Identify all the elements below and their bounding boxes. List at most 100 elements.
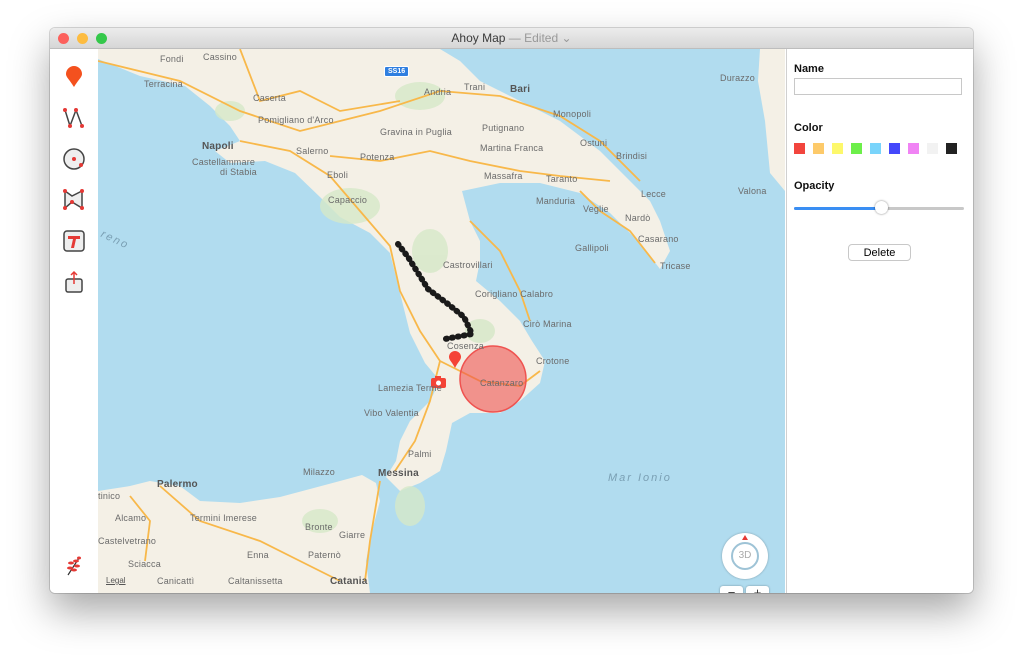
map-label: tinico	[98, 491, 121, 501]
map-label: Vibo Valentia	[364, 408, 419, 418]
north-indicator-icon	[742, 535, 748, 540]
map-label: Gallipoli	[575, 243, 609, 253]
map-label: Nardò	[625, 213, 651, 223]
document-status[interactable]: Edited	[524, 31, 558, 45]
map-label: Caltanissetta	[228, 576, 283, 586]
map-label: Valona	[738, 186, 767, 196]
inspector-panel: Name Color Opacity Delete	[786, 49, 973, 593]
map-label: Taranto	[546, 174, 578, 184]
map-label: Cirò Marina	[523, 319, 572, 329]
map-label: Catanzaro	[480, 378, 524, 388]
polygon-tool-icon[interactable]	[62, 188, 86, 212]
pin-tool-icon[interactable]	[62, 65, 86, 89]
map-label: Gravina in Puglia	[380, 127, 452, 137]
color-swatch[interactable]	[889, 143, 900, 154]
map-label: Castrovillari	[443, 260, 493, 270]
zoom-button[interactable]	[96, 33, 107, 44]
map-label: Martina Franca	[480, 143, 544, 153]
color-swatch[interactable]	[908, 143, 919, 154]
map-label: Andria	[424, 87, 452, 97]
map-label: Pomigliano d'Arco	[258, 115, 334, 125]
3d-toggle[interactable]: 3D	[731, 542, 759, 570]
road-shield: SS16	[384, 66, 410, 77]
color-label: Color	[794, 122, 823, 134]
map-label: Bari	[510, 84, 531, 95]
map-label: Catania	[330, 576, 368, 587]
tool-sidebar	[50, 49, 98, 593]
map-label: Salerno	[296, 146, 329, 156]
opacity-slider-knob[interactable]	[875, 201, 889, 214]
map-label: Fondi	[160, 54, 184, 64]
app-window: Ahoy Map — Edited ⌄ SS16 Fondi Cassino T…	[50, 28, 973, 593]
map-label: Cassino	[203, 52, 237, 62]
name-input[interactable]	[794, 78, 962, 95]
map-label: Giarre	[339, 530, 366, 540]
map-label: Lecce	[641, 189, 667, 199]
zoom-in-button[interactable]: +	[746, 586, 769, 593]
map-label: Sciacca	[128, 559, 161, 569]
map-label: Enna	[247, 550, 269, 560]
map-label: Messina	[378, 468, 419, 479]
color-swatch[interactable]	[851, 143, 862, 154]
map-label: Manduria	[536, 196, 576, 206]
color-swatch[interactable]	[946, 143, 957, 154]
map-label: Lamezia Terme	[378, 383, 442, 393]
map-label: Eboli	[327, 170, 349, 180]
sea-label: Mar Ionio	[608, 472, 672, 484]
map-label: Terracina	[144, 79, 183, 89]
map-label: Monopoli	[553, 109, 592, 119]
map-label: Ostuni	[580, 138, 608, 148]
map-label: Casarano	[638, 234, 679, 244]
map-label: Termini Imerese	[190, 513, 258, 523]
opacity-label: Opacity	[794, 180, 835, 192]
map-view[interactable]: SS16 Fondi Cassino Terracina Caserta Pom…	[98, 49, 785, 593]
map-label: di Stabia	[220, 167, 257, 177]
close-button[interactable]	[58, 33, 69, 44]
opacity-slider[interactable]	[794, 201, 964, 214]
title-separator: —	[505, 31, 525, 45]
branch-logo-icon	[62, 554, 86, 578]
title-bar: Ahoy Map — Edited ⌄	[50, 28, 973, 49]
map-label: Alcamo	[115, 513, 147, 523]
chevron-down-icon[interactable]: ⌄	[562, 31, 572, 45]
legal-link[interactable]: Legal	[106, 576, 126, 585]
delete-button[interactable]: Delete	[848, 244, 911, 261]
map-label: Potenza	[360, 152, 395, 162]
color-swatch[interactable]	[870, 143, 881, 154]
map-label: Canicattì	[157, 576, 195, 586]
color-swatch[interactable]	[794, 143, 805, 154]
map-label: Crotone	[536, 356, 570, 366]
name-label: Name	[794, 63, 824, 75]
circle-tool-icon[interactable]	[62, 147, 86, 171]
map-label: Tricase	[660, 261, 691, 271]
map-label: Durazzo	[720, 73, 755, 83]
map-label: Veglie	[583, 204, 609, 214]
map-label: Corigliano Calabro	[475, 289, 554, 299]
map-label: Massafra	[484, 171, 523, 181]
compass-control[interactable]: 3D	[722, 533, 768, 579]
map-label: Brindisi	[616, 151, 648, 161]
map-label: Castelvetrano	[98, 536, 157, 546]
window-title: Ahoy Map	[451, 31, 506, 45]
map-label: Palmi	[408, 449, 432, 459]
zoom-out-button[interactable]: −	[720, 586, 743, 593]
map-label: Palermo	[157, 479, 198, 490]
polyline-tool-icon[interactable]	[62, 106, 86, 130]
minimize-button[interactable]	[77, 33, 88, 44]
map-label: Caserta	[253, 93, 286, 103]
map-label: Capaccio	[328, 195, 368, 205]
text-tool-icon[interactable]	[62, 229, 86, 253]
share-icon[interactable]	[62, 270, 86, 294]
map-label: Trani	[464, 82, 486, 92]
color-swatch[interactable]	[813, 143, 824, 154]
map-label: Cosenza	[447, 341, 484, 351]
map-label: Bronte	[305, 522, 333, 532]
color-swatch[interactable]	[832, 143, 843, 154]
color-swatch[interactable]	[927, 143, 938, 154]
map-label: Milazzo	[303, 467, 335, 477]
map-label: Napoli	[202, 141, 234, 152]
map-label: Putignano	[482, 123, 525, 133]
map-label: Paternò	[308, 550, 341, 560]
map-label: Castellammare	[192, 157, 256, 167]
opacity-slider-fill	[794, 207, 883, 210]
